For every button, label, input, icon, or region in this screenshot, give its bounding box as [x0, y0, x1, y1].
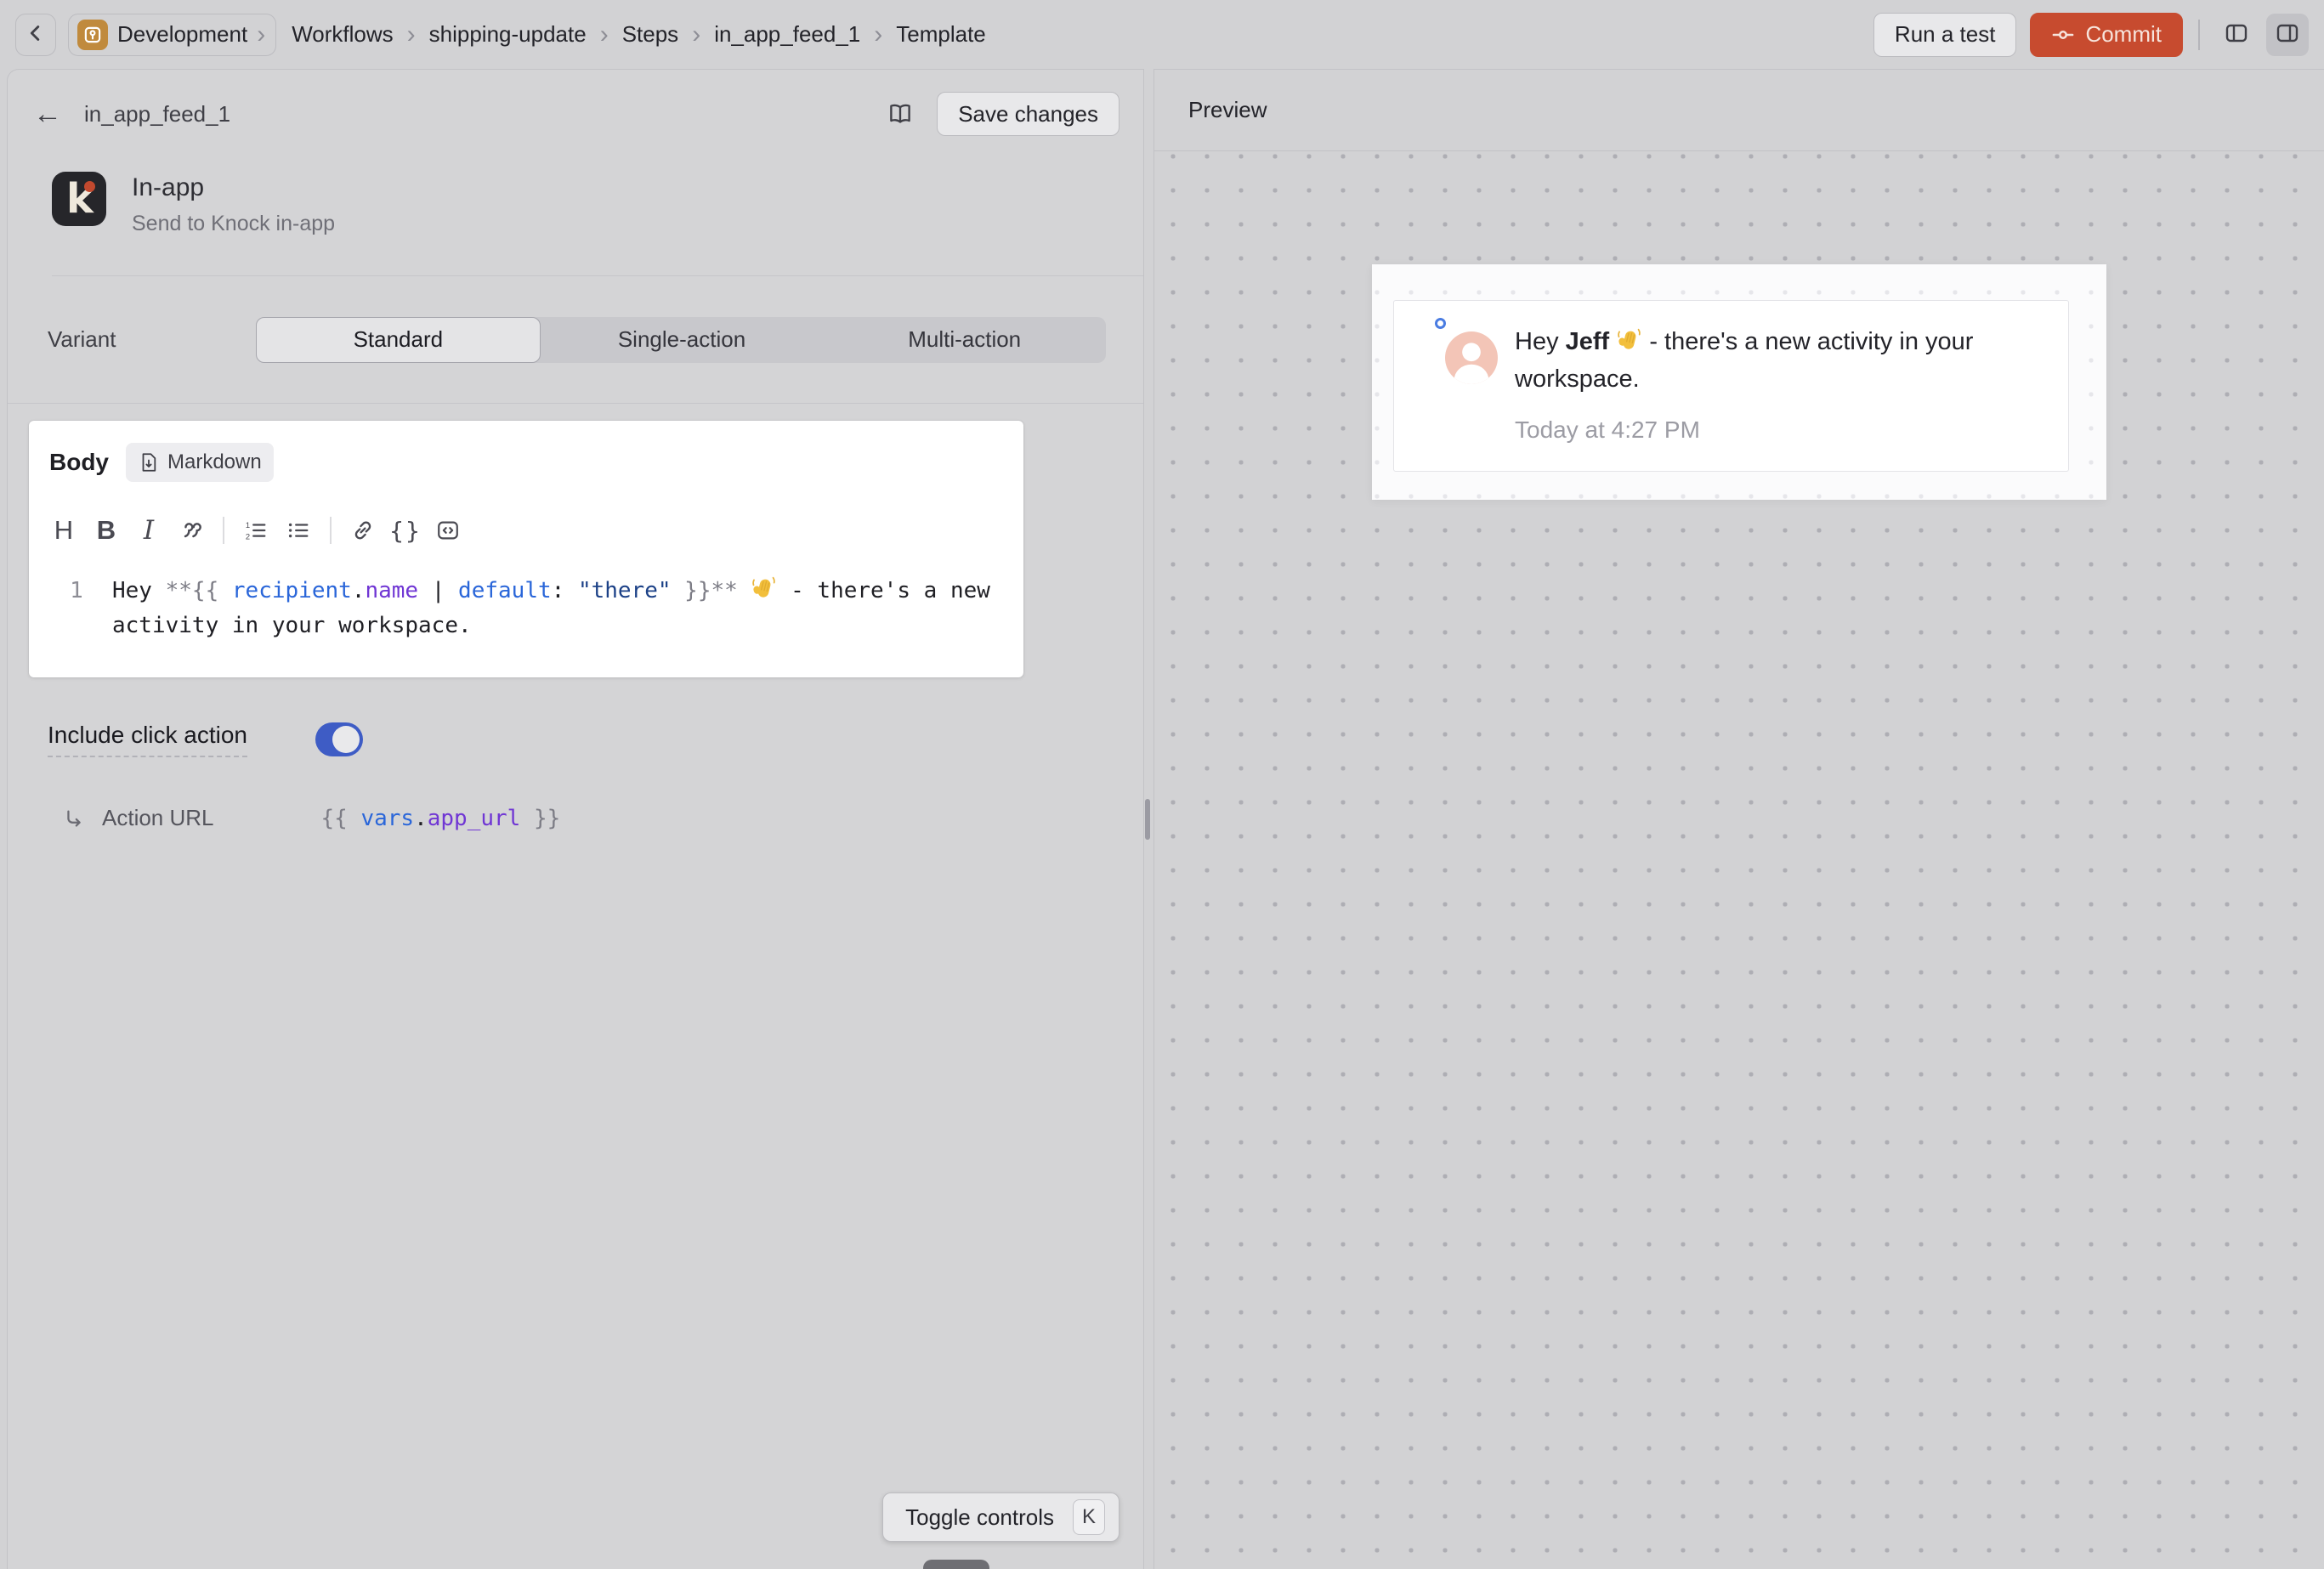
body-code-editor[interactable]: 1 Hey **{{ recipient.name | default: "th… — [29, 574, 1023, 643]
top-bar: Development › Workflows › shipping-update ›… — [0, 0, 2324, 69]
line-number: 1 — [60, 574, 94, 643]
template-editor-panel: ← in_app_feed_1 Save changes k In-app Se… — [7, 69, 1144, 1569]
breadcrumb-item-workflows[interactable]: Workflows — [292, 21, 393, 48]
breadcrumb-separator: › — [600, 22, 609, 48]
toggle-left-panel-button[interactable] — [2215, 14, 2258, 56]
editor-back-button[interactable]: ← — [33, 99, 62, 128]
body-editor-card: Body Markdown HBI12{} 1 Hey **{{ recipie… — [29, 421, 1023, 677]
wave-emoji — [1616, 327, 1642, 354]
bold-icon[interactable]: B — [85, 511, 128, 550]
variant-segmented-control: StandardSingle-actionMulti-action — [256, 317, 1106, 363]
link-icon[interactable] — [342, 511, 384, 550]
heading-icon[interactable]: H — [43, 511, 85, 550]
docs-button[interactable] — [886, 99, 915, 130]
breadcrumb-separator: › — [407, 22, 416, 48]
action-url-value[interactable]: {{ vars.app_url }} — [321, 806, 561, 831]
unread-indicator — [1435, 318, 1446, 329]
breadcrumb-separator: › — [692, 22, 700, 48]
toolbar-divider — [223, 517, 224, 544]
recipient-name: Jeff — [1566, 328, 1610, 355]
code-block-icon[interactable] — [427, 511, 469, 550]
keyboard-shortcut-badge: K — [1073, 1499, 1105, 1535]
save-changes-button[interactable]: Save changes — [937, 92, 1119, 136]
include-click-action-label: Include click action — [48, 722, 247, 757]
run-test-button[interactable]: Run a test — [1873, 13, 2017, 57]
app-root: Development › Workflows › shipping-update ›… — [0, 0, 2324, 1569]
panel-right-icon — [2274, 20, 2301, 49]
toggle-right-panel-button[interactable] — [2266, 14, 2309, 56]
notification-timestamp: Today at 4:27 PM — [1515, 416, 2018, 444]
variant-option-single-action[interactable]: Single-action — [541, 317, 824, 363]
commit-button[interactable]: Commit — [2030, 13, 2183, 57]
breadcrumb-item-in_app_feed_1[interactable]: in_app_feed_1 — [714, 21, 860, 48]
breadcrumb-item-template[interactable]: Template — [896, 21, 986, 48]
variables-icon[interactable]: {} — [384, 511, 427, 550]
variant-option-multi-action[interactable]: Multi-action — [823, 317, 1106, 363]
preview-header: Preview — [1154, 70, 2324, 151]
svg-text:1: 1 — [246, 521, 250, 530]
step-name: in_app_feed_1 — [84, 101, 230, 127]
back-button[interactable] — [15, 14, 56, 56]
bullet-list-icon[interactable] — [277, 511, 320, 550]
toggle-controls-button[interactable]: Toggle controls K — [882, 1493, 1119, 1542]
channel-title: In-app — [132, 173, 335, 202]
panel-left-icon — [2223, 20, 2250, 49]
knock-logo: k — [52, 172, 106, 226]
feed-preview-container: Hey Jeff - there's a new activity in you… — [1372, 264, 2106, 500]
notification-card[interactable]: Hey Jeff - there's a new activity in you… — [1393, 300, 2069, 472]
breadcrumb: Workflows › shipping-update › Steps › in_app_f… — [292, 21, 986, 48]
channel-header: k In-app Send to Knock in-app — [52, 172, 1143, 276]
breadcrumb-item-steps[interactable]: Steps — [622, 21, 679, 48]
breadcrumb-separator: › — [874, 22, 882, 48]
click-action-section: Include click action Action URL {{ vars.… — [8, 677, 1143, 831]
panel-resize-handle[interactable] — [1145, 799, 1150, 840]
person-icon — [1445, 331, 1498, 384]
action-url-label: Action URL — [102, 805, 214, 831]
include-click-action-toggle[interactable] — [315, 722, 363, 756]
environment-label: Development — [117, 21, 247, 48]
markdown-file-icon — [138, 451, 160, 473]
wave-emoji — [751, 575, 777, 602]
environment-icon — [77, 20, 108, 50]
breadcrumb-item-shipping-update[interactable]: shipping-update — [429, 21, 587, 48]
bottom-overlay-peek — [923, 1560, 989, 1569]
toolbar-divider — [330, 517, 332, 544]
quote-icon[interactable] — [170, 511, 213, 550]
channel-subtitle: Send to Knock in-app — [132, 212, 335, 236]
chevron-right-icon: › — [257, 22, 265, 48]
code-line: Hey **{{ recipient.name | default: "ther… — [112, 574, 1000, 643]
variant-row: Variant StandardSingle-actionMulti-actio… — [8, 276, 1143, 404]
markdown-badge[interactable]: Markdown — [126, 443, 274, 482]
variant-label: Variant — [48, 326, 116, 353]
editor-header: ← in_app_feed_1 Save changes — [8, 70, 1143, 136]
preview-canvas: Hey Jeff - there's a new activity in you… — [1154, 151, 2324, 1569]
knock-logo-dot — [84, 181, 95, 192]
book-icon — [886, 99, 915, 130]
avatar — [1445, 331, 1498, 384]
preview-panel: Preview Hey Jeff - there's a new activit… — [1153, 69, 2324, 1569]
formatting-toolbar: HBI12{} — [29, 511, 1023, 550]
body-label: Body — [49, 449, 109, 476]
variant-option-standard[interactable]: Standard — [256, 317, 541, 363]
preview-title: Preview — [1188, 97, 1267, 123]
environment-switcher[interactable]: Development › — [68, 14, 276, 56]
chevron-left-icon — [23, 20, 48, 48]
svg-text:2: 2 — [246, 532, 250, 541]
ordered-list-icon[interactable]: 12 — [235, 511, 277, 550]
italic-icon[interactable]: I — [128, 511, 170, 550]
commit-icon — [2051, 23, 2075, 47]
corner-down-right-icon — [61, 806, 87, 831]
topbar-divider — [2198, 20, 2200, 50]
notification-message: Hey Jeff - there's a new activity in you… — [1515, 323, 2018, 398]
